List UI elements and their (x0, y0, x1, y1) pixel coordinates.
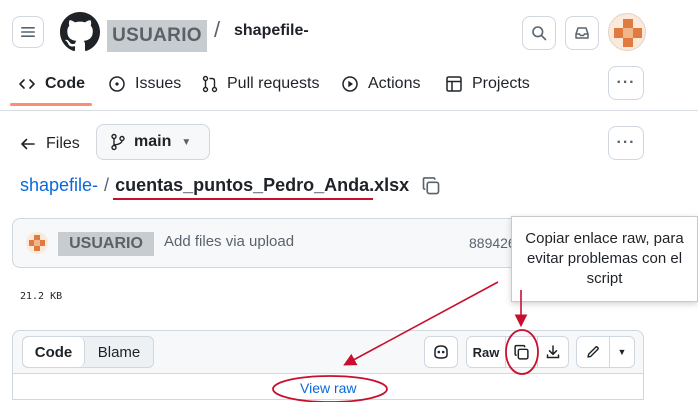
commit-author-chip[interactable]: USUARIO (58, 232, 154, 256)
commit-hash[interactable]: 889426 (469, 235, 516, 251)
commit-message[interactable]: Add files via upload (164, 233, 294, 250)
copy-path-icon[interactable] (421, 176, 441, 196)
tab-code-label: Code (45, 75, 85, 92)
raw-button[interactable]: Raw (466, 336, 506, 368)
view-code-button[interactable]: Code (23, 337, 85, 367)
annotation-underline (113, 198, 373, 200)
view-raw-link[interactable]: View raw (300, 380, 357, 396)
edit-button[interactable] (576, 336, 610, 368)
avatar[interactable] (608, 13, 646, 51)
branch-name: main (134, 133, 172, 150)
file-more-button[interactable]: ··· (608, 126, 644, 160)
repo-name-link[interactable]: shapefile- (234, 22, 309, 40)
tab-pull-requests[interactable]: Pull requests (202, 72, 320, 96)
active-tab-indicator (10, 103, 92, 106)
tab-actions-label: Actions (368, 75, 421, 92)
hamburger-icon (21, 27, 35, 37)
copy-icon (514, 344, 529, 360)
file-size: 21.2 KB (20, 291, 63, 302)
files-label: Files (46, 135, 80, 152)
breadcrumb-separator: / (214, 17, 221, 42)
files-back-link[interactable]: Files (20, 135, 80, 153)
more-icon: ··· (616, 74, 636, 91)
edit-dropdown-button[interactable]: ▼ (609, 336, 635, 368)
github-logo[interactable] (60, 12, 100, 52)
avatar-identicon (614, 19, 642, 47)
avatar-identicon (29, 235, 45, 251)
nav-divider (0, 110, 698, 111)
play-icon (342, 76, 358, 92)
tab-projects[interactable]: Projects (445, 72, 530, 96)
tab-actions[interactable]: Actions (341, 72, 420, 96)
view-mode-toggle: Code Blame (22, 336, 154, 368)
inbox-button[interactable] (565, 16, 599, 50)
chevron-down-icon: ▼ (181, 136, 192, 148)
tab-issues-label: Issues (135, 75, 182, 92)
issue-icon (109, 76, 125, 92)
table-icon (446, 76, 462, 92)
chevron-down-icon: ▼ (617, 347, 627, 357)
tab-code[interactable]: Code (18, 72, 85, 96)
owner-name-chip[interactable]: USUARIO (107, 20, 207, 52)
view-blame-button[interactable]: Blame (85, 337, 153, 367)
file-name: cuentas_puntos_Pedro_Anda.xlsx (115, 175, 410, 195)
annotation-callout: Copiar enlace raw, para evitar problemas… (511, 216, 698, 302)
tab-issues[interactable]: Issues (108, 72, 181, 96)
hamburger-menu-button[interactable] (12, 16, 44, 48)
branch-selector[interactable]: main ▼ (96, 124, 210, 160)
more-icon: ··· (616, 134, 636, 151)
pencil-icon (587, 346, 599, 358)
file-path-breadcrumb: shapefile- / cuentas_puntos_Pedro_Anda.x… (20, 175, 441, 196)
github-logo-icon (60, 12, 100, 52)
tab-projects-label: Projects (472, 75, 530, 92)
path-separator: / (104, 175, 110, 195)
tab-pull-requests-label: Pull requests (227, 75, 320, 92)
copy-raw-button[interactable] (505, 336, 538, 368)
repo-root-link[interactable]: shapefile- (20, 175, 98, 196)
nav-more-button[interactable]: ··· (608, 66, 644, 100)
download-icon (546, 345, 560, 359)
copilot-icon (434, 345, 448, 359)
search-button[interactable] (522, 16, 556, 50)
search-icon (532, 26, 547, 41)
copilot-button[interactable] (424, 336, 458, 368)
code-icon (19, 79, 35, 89)
pull-request-icon (202, 75, 218, 93)
download-button[interactable] (537, 336, 569, 368)
commit-avatar (26, 232, 48, 254)
inbox-icon (575, 27, 589, 39)
git-branch-icon (111, 133, 125, 151)
arrow-left-icon (21, 138, 35, 150)
